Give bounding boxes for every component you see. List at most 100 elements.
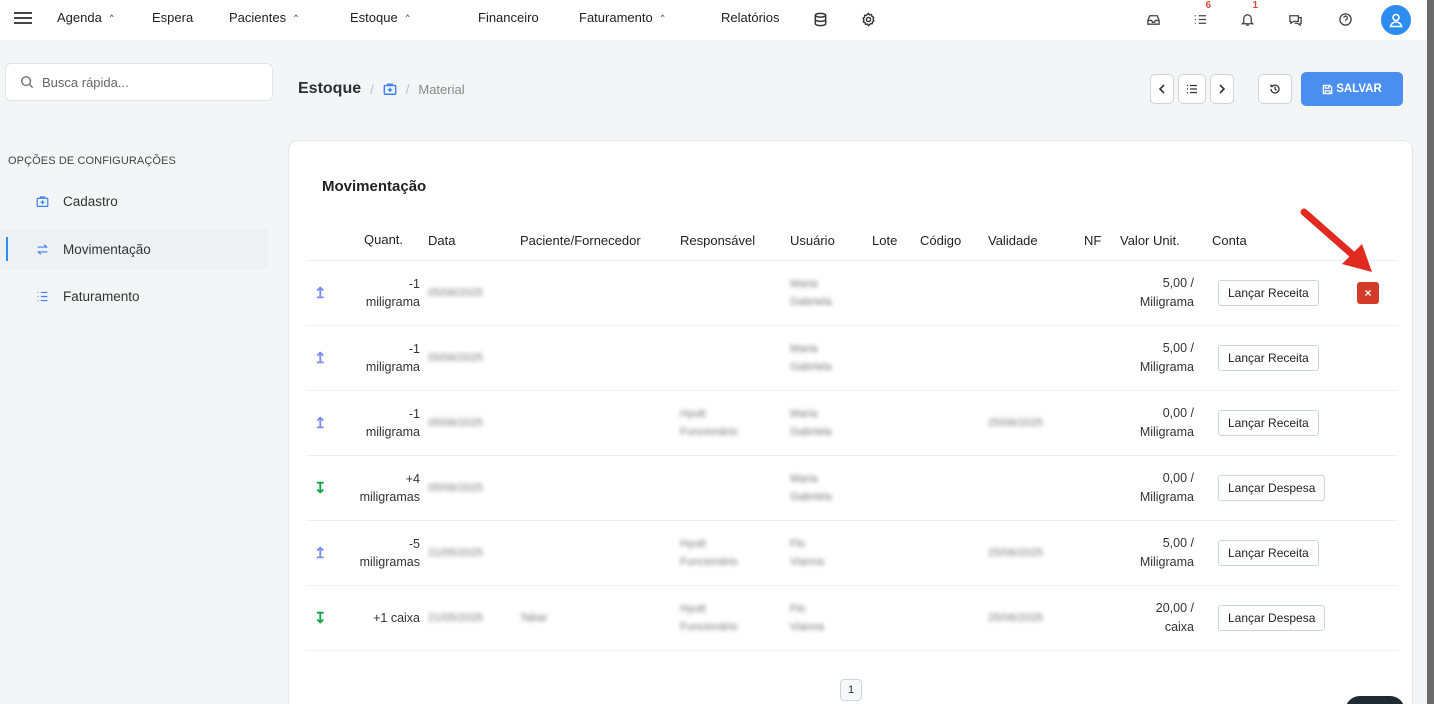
col-quant: Quant. bbox=[334, 221, 424, 261]
cell-conta: Lançar Receita bbox=[1198, 260, 1353, 326]
floppy-disk-icon bbox=[1322, 84, 1333, 94]
cell-usuario: Maria Gabriela bbox=[786, 390, 868, 456]
previous-button[interactable] bbox=[1150, 74, 1174, 104]
cell-conta: Lançar Receita bbox=[1198, 390, 1353, 456]
cell-conta: Lançar Despesa bbox=[1198, 585, 1353, 651]
page-scrollbar[interactable] bbox=[1427, 0, 1434, 704]
list-icon bbox=[1187, 84, 1197, 94]
chevron-left-icon bbox=[1158, 84, 1165, 94]
chat-widget-button[interactable] bbox=[1345, 696, 1405, 704]
chevron-updown-icon: ⌃ bbox=[107, 12, 116, 25]
cell-validade bbox=[984, 260, 1080, 326]
cell-validade: 25/06/2025 bbox=[984, 520, 1080, 586]
cell-nf bbox=[1080, 585, 1116, 651]
cell-quant: -1 miligrama bbox=[334, 260, 424, 326]
sidebar-item-cadastro[interactable]: Cadastro bbox=[0, 181, 268, 221]
cell-codigo bbox=[916, 390, 984, 456]
gear-icon[interactable] bbox=[857, 8, 879, 30]
medical-kit-icon[interactable] bbox=[383, 82, 397, 96]
list-view-button[interactable] bbox=[1178, 74, 1206, 104]
cell-codigo bbox=[916, 455, 984, 521]
cell-conta: Lançar Receita bbox=[1198, 520, 1353, 586]
chevron-updown-icon: ⌃ bbox=[658, 12, 667, 25]
cell-responsavel bbox=[676, 260, 786, 326]
col-conta: Conta bbox=[1198, 221, 1353, 261]
bell-icon[interactable]: 1 bbox=[1236, 0, 1258, 30]
user-avatar[interactable] bbox=[1381, 5, 1411, 35]
cell-lote bbox=[868, 260, 916, 326]
arrow-down-icon: ↧ bbox=[314, 609, 327, 627]
table-row: ↥ -5 miligramas 21/05/2025 Hyutt Funcionário F… bbox=[306, 520, 1398, 586]
cell-nf bbox=[1080, 325, 1116, 391]
cell-data: 05/06/2025 bbox=[424, 390, 516, 456]
search-input[interactable] bbox=[42, 74, 262, 90]
hamburger-menu-icon[interactable] bbox=[14, 10, 32, 26]
cell-data: 21/05/2025 bbox=[424, 585, 516, 651]
breadcrumb-estoque[interactable]: Estoque bbox=[298, 80, 361, 98]
cell-usuario: Maria Gabriela bbox=[786, 325, 868, 391]
nav-pacientes[interactable]: Pacientes ⌃ bbox=[229, 10, 300, 25]
sidebar-item-label: Movimentação bbox=[63, 241, 151, 257]
cell-paciente bbox=[516, 260, 676, 326]
lancar-despesa-button[interactable]: Lançar Despesa bbox=[1218, 604, 1326, 631]
cell-quant: +1 caixa bbox=[334, 585, 424, 651]
col-responsavel: Responsável bbox=[676, 221, 786, 261]
nav-faturamento[interactable]: Faturamento ⌃ bbox=[579, 10, 666, 25]
sidebar-item-label: Faturamento bbox=[63, 288, 140, 304]
cell-nf bbox=[1080, 520, 1116, 586]
cell-responsavel: Hyutt Funcionário bbox=[676, 520, 786, 586]
breadcrumb-current: Material bbox=[418, 81, 465, 97]
delete-button[interactable]: × bbox=[1357, 281, 1379, 304]
inbox-icon[interactable] bbox=[1142, 8, 1164, 30]
chat-icon[interactable] bbox=[1284, 8, 1306, 30]
col-nf: NF bbox=[1080, 221, 1116, 261]
cell-validade: 25/06/2025 bbox=[984, 390, 1080, 456]
lancar-receita-button[interactable]: Lançar Receita bbox=[1218, 409, 1319, 436]
sidebar-item-faturamento[interactable]: Faturamento bbox=[0, 276, 268, 316]
next-button[interactable] bbox=[1210, 74, 1234, 104]
cell-valor-unit: 5,00 /Miligrama bbox=[1116, 325, 1198, 391]
table-row: ↥ -1 miligrama 05/06/2025 Maria Gabriela 5,00 … bbox=[306, 260, 1398, 326]
lancar-receita-button[interactable]: Lançar Receita bbox=[1218, 344, 1319, 371]
help-icon[interactable] bbox=[1334, 8, 1356, 30]
col-usuario: Usuário bbox=[786, 221, 868, 261]
page-1-button[interactable]: 1 bbox=[840, 679, 862, 701]
user-icon bbox=[1389, 13, 1403, 28]
nav-financeiro[interactable]: Financeiro bbox=[478, 10, 539, 25]
sidebar-heading: OPÇÕES DE CONFIGURAÇÕES bbox=[8, 155, 176, 167]
medical-kit-icon bbox=[35, 194, 49, 208]
swap-arrows-icon bbox=[35, 242, 49, 256]
lancar-receita-button[interactable]: Lançar Receita bbox=[1218, 539, 1319, 566]
cell-responsavel bbox=[676, 455, 786, 521]
nav-agenda[interactable]: Agenda ⌃ bbox=[57, 10, 115, 25]
database-icon[interactable] bbox=[809, 8, 831, 30]
list-icon bbox=[35, 289, 49, 303]
history-icon bbox=[1270, 84, 1280, 94]
save-button-label: SALVAR bbox=[1336, 83, 1382, 95]
cell-responsavel: Hyutt Funcionário bbox=[676, 390, 786, 456]
cell-valor-unit: 20,00 /caixa bbox=[1116, 585, 1198, 651]
task-list-icon[interactable]: 6 bbox=[1189, 0, 1211, 30]
history-button[interactable] bbox=[1258, 74, 1292, 104]
cell-validade bbox=[984, 455, 1080, 521]
lancar-despesa-button[interactable]: Lançar Despesa bbox=[1218, 474, 1326, 501]
cell-quant: +4 miligramas bbox=[334, 455, 424, 521]
sidebar-item-movimentacao[interactable]: Movimentação bbox=[0, 229, 268, 269]
cell-nf bbox=[1080, 390, 1116, 456]
col-lote: Lote bbox=[868, 221, 916, 261]
lancar-receita-button[interactable]: Lançar Receita bbox=[1218, 279, 1319, 306]
arrow-down-icon: ↧ bbox=[314, 479, 327, 497]
cell-validade: 25/06/2025 bbox=[984, 585, 1080, 651]
nav-relatorios[interactable]: Relatórios bbox=[721, 10, 780, 25]
breadcrumb-separator: / bbox=[405, 81, 410, 97]
cell-valor-unit: 0,00 /Miligrama bbox=[1116, 455, 1198, 521]
arrow-up-icon: ↥ bbox=[314, 284, 327, 302]
nav-espera[interactable]: Espera bbox=[152, 10, 193, 25]
col-data: Data bbox=[424, 221, 516, 261]
save-button[interactable]: SALVAR bbox=[1301, 72, 1403, 106]
nav-estoque[interactable]: Estoque ⌃ bbox=[350, 10, 411, 25]
table-row: ↥ -1 miligrama 05/06/2025 Maria Gabriela 5,00 … bbox=[306, 325, 1398, 391]
cell-responsavel bbox=[676, 325, 786, 391]
cell-quant: -1 miligrama bbox=[334, 325, 424, 391]
cell-valor-unit: 5,00 /Miligrama bbox=[1116, 260, 1198, 326]
